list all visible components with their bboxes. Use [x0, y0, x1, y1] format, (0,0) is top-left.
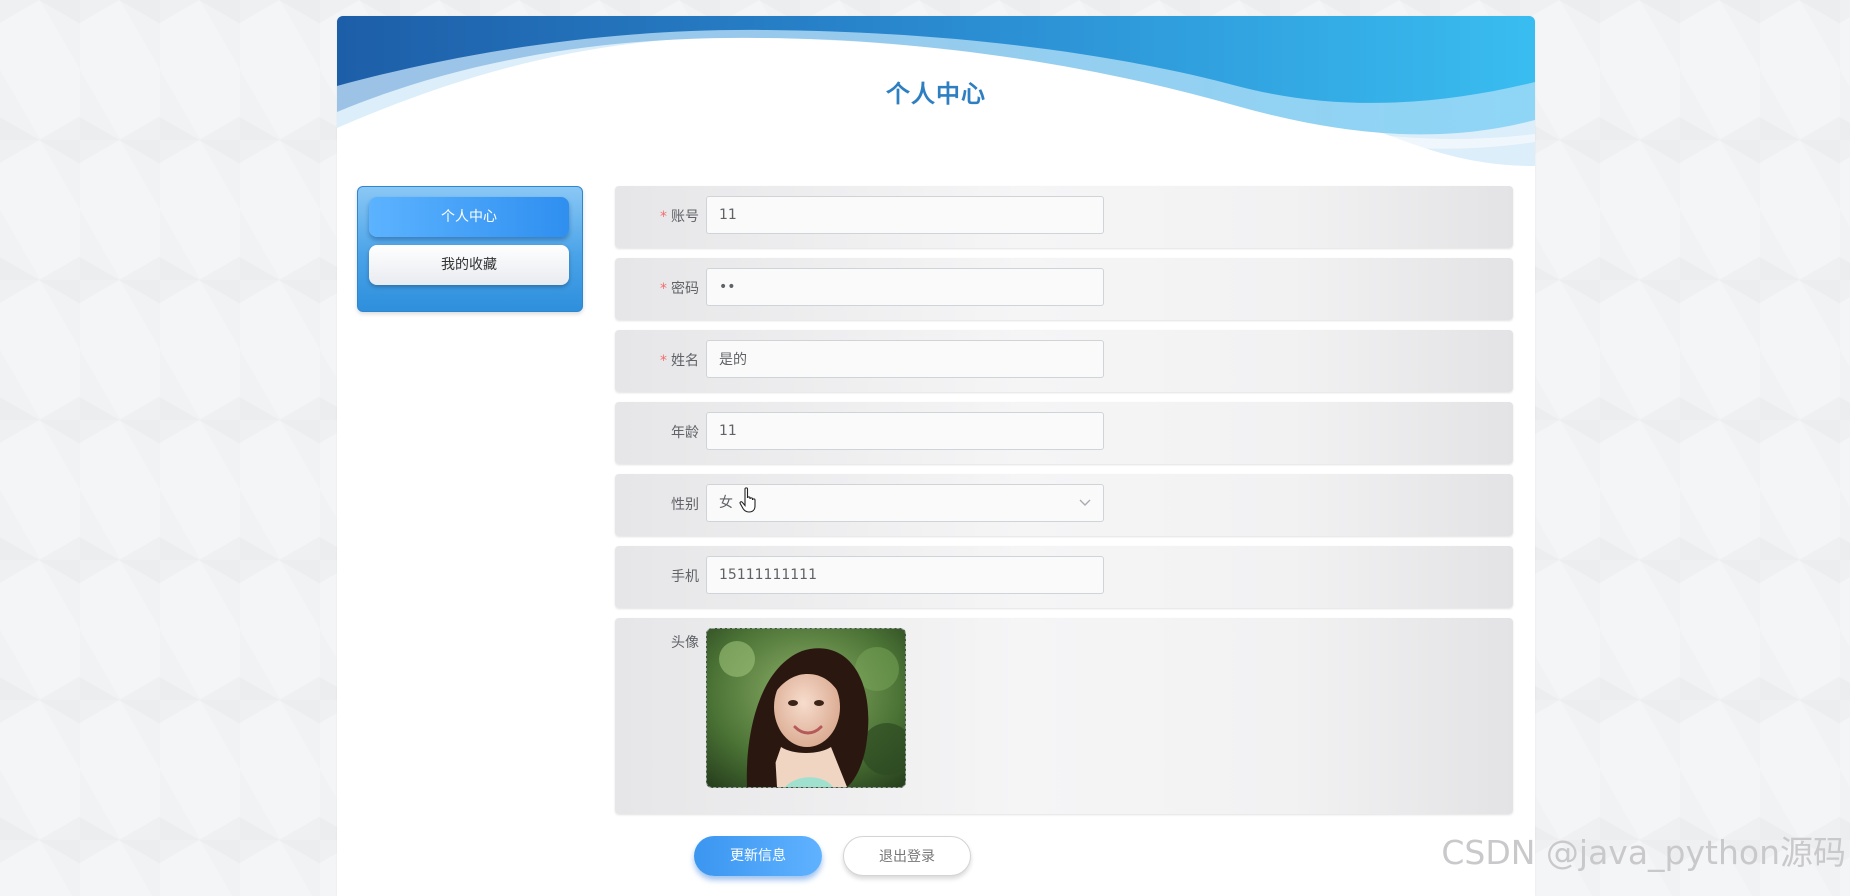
gender-selected-value: 女: [719, 495, 733, 511]
watermark-text: CSDN @java_python源码: [1441, 833, 1846, 872]
required-mark: *: [660, 209, 667, 225]
form-row-age: 年龄: [615, 402, 1513, 464]
avatar-upload[interactable]: [706, 628, 906, 788]
avatar-label: 头像: [671, 635, 699, 651]
sidebar-item-favorites[interactable]: 我的收藏: [369, 245, 569, 285]
name-label: * 姓名: [660, 353, 699, 369]
name-field[interactable]: [706, 340, 1104, 378]
form-row-name: * 姓名: [615, 330, 1513, 392]
form-row-password: * 密码: [615, 258, 1513, 320]
gender-select-box[interactable]: 女: [706, 484, 1104, 522]
avatar-photo: [707, 629, 905, 787]
age-field[interactable]: [706, 412, 1104, 450]
gender-select[interactable]: 女: [706, 484, 1104, 522]
sidebar-menu: 个人中心 我的收藏: [357, 186, 583, 312]
form-row-avatar: 头像: [615, 618, 1513, 814]
sidebar-item-profile[interactable]: 个人中心: [369, 197, 569, 237]
required-mark: *: [660, 281, 667, 297]
hand-pointer-icon: [739, 487, 756, 513]
chevron-down-icon: [1079, 499, 1091, 506]
update-info-button[interactable]: 更新信息: [694, 836, 822, 876]
page-title: 个人中心: [886, 80, 986, 108]
phone-field[interactable]: [706, 556, 1104, 594]
required-mark: *: [660, 353, 667, 369]
account-field[interactable]: [706, 196, 1104, 234]
form-row-account: * 账号: [615, 186, 1513, 248]
age-label: 年龄: [671, 425, 699, 441]
logout-button[interactable]: 退出登录: [843, 836, 971, 876]
account-label: * 账号: [660, 209, 699, 225]
gender-label: 性别: [671, 497, 699, 513]
form-row-phone: 手机: [615, 546, 1513, 608]
profile-panel: 个人中心 个人中心 我的收藏 *账号 *密码 *姓名 年龄 性别 女: [337, 16, 1535, 896]
password-field[interactable]: [706, 268, 1104, 306]
form-row-gender: 性别 女: [615, 474, 1513, 536]
password-label: * 密码: [660, 281, 699, 297]
phone-label: 手机: [671, 569, 699, 585]
